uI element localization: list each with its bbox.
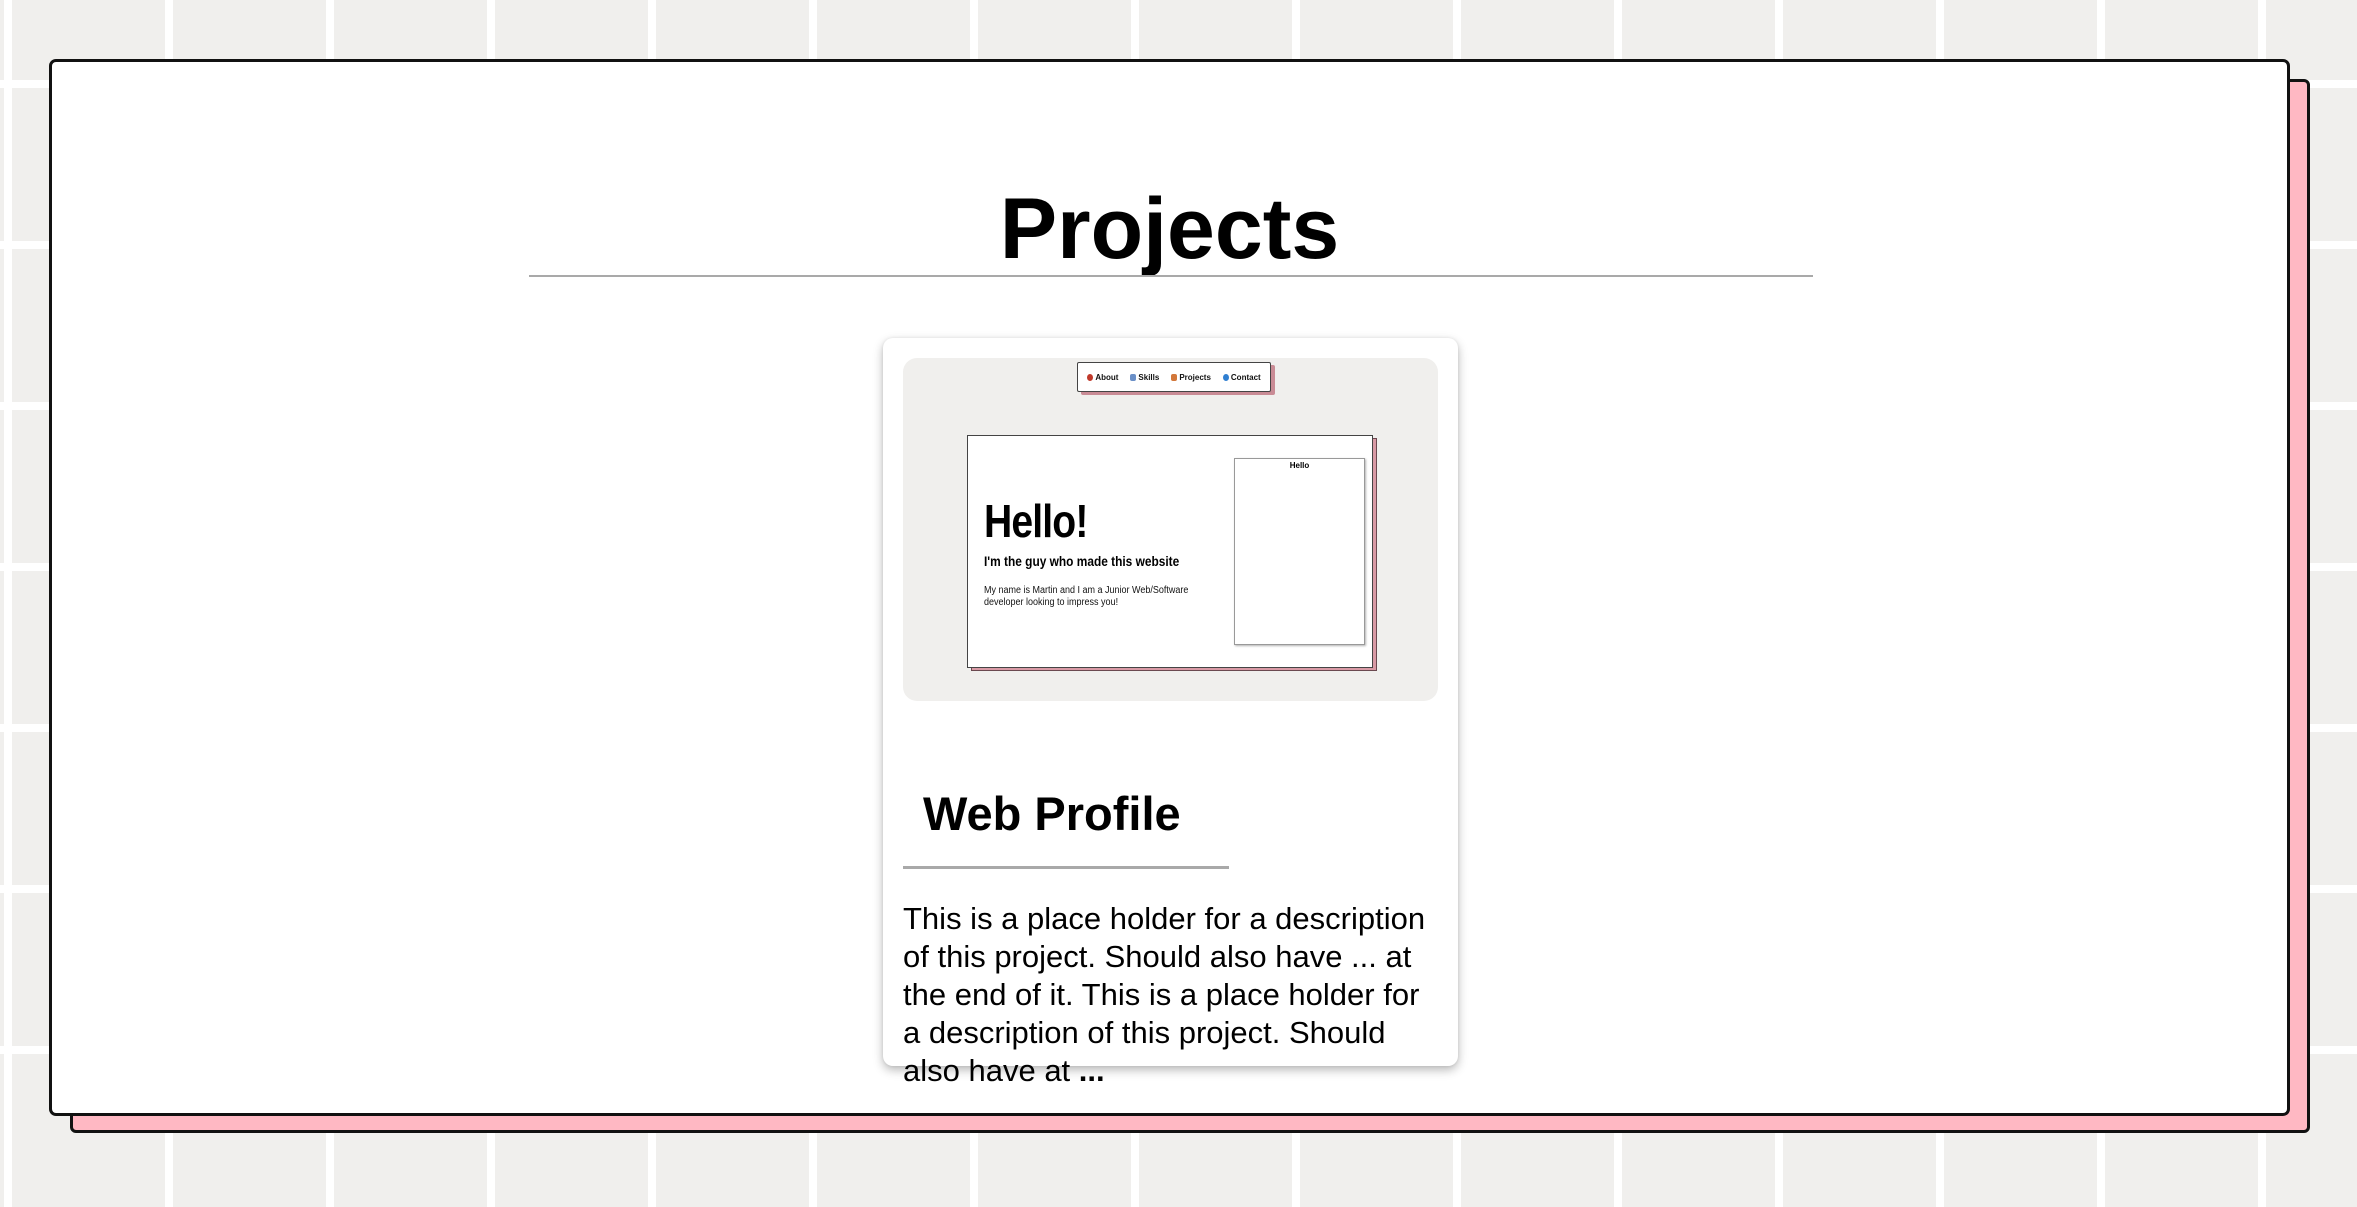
globe-icon xyxy=(1222,373,1229,381)
preview-page: Hello! I'm the guy who made this website… xyxy=(967,435,1373,668)
preview-aside-card: Hello xyxy=(1234,458,1365,645)
preview-aside-title: Hello xyxy=(1289,461,1310,470)
document-icon xyxy=(1130,373,1137,381)
preview-nav: About Skills Projects Contact xyxy=(1077,362,1271,392)
projects-panel: Projects About Skills Projects Contact H… xyxy=(49,59,2290,1116)
briefcase-icon xyxy=(1171,373,1178,381)
preview-heading: Hello! xyxy=(984,495,1088,547)
preview-nav-item-projects: Projects xyxy=(1171,373,1211,382)
project-card[interactable]: About Skills Projects Contact Hello! I'm… xyxy=(883,338,1458,1088)
project-title-divider xyxy=(903,866,1229,869)
preview-body-text: My name is Martin and I am a Junior Web/… xyxy=(984,585,1189,608)
preview-nav-item-skills: Skills xyxy=(1130,373,1159,382)
project-description-ellipsis: ... xyxy=(1078,1053,1105,1088)
project-description: This is a place holder for a description… xyxy=(903,900,1443,1090)
preview-nav-item-contact: Contact xyxy=(1222,373,1261,382)
preview-subtitle: I'm the guy who made this website xyxy=(984,553,1180,569)
project-title: Web Profile xyxy=(923,787,1181,840)
preview-nav-item-about: About xyxy=(1087,373,1118,382)
project-preview-image: About Skills Projects Contact Hello! I'm… xyxy=(903,358,1438,701)
project-description-text: This is a place holder for a description… xyxy=(903,901,1426,1088)
page-title: Projects xyxy=(999,181,1340,277)
person-icon xyxy=(1087,373,1094,381)
title-divider xyxy=(529,275,1813,277)
